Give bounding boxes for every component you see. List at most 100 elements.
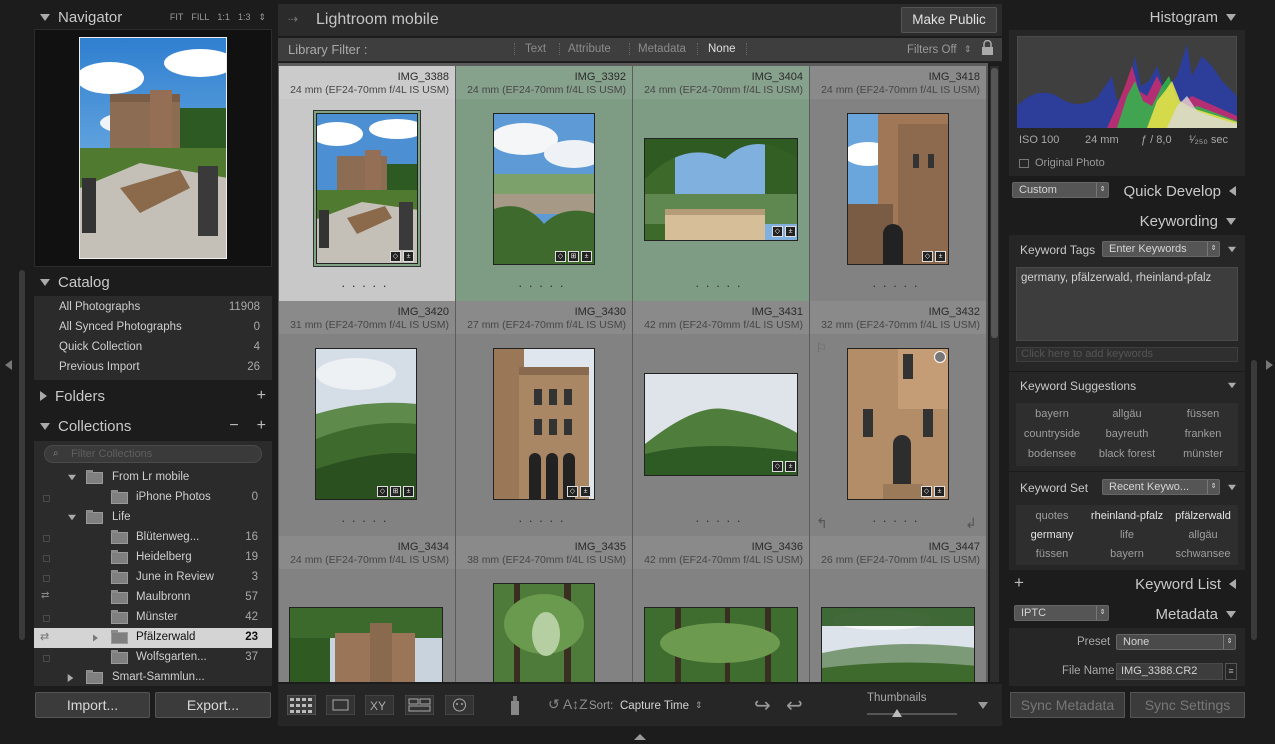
add-folder-icon[interactable]: + <box>257 387 266 405</box>
right-panel-toggle-icon[interactable] <box>1266 360 1273 370</box>
import-button[interactable]: Import... <box>35 692 150 718</box>
compare-view-icon[interactable]: XY <box>365 695 394 715</box>
metadata-view-dropdown[interactable]: IPTC ⇕ <box>1014 605 1109 621</box>
file-name-field[interactable]: IMG_3388.CR2 <box>1116 663 1223 680</box>
sync-icon[interactable]: ⇄ <box>41 590 49 601</box>
keyword-set-dropdown[interactable]: Recent Keywo... ⇕ <box>1102 479 1220 495</box>
keyword-suggestion[interactable]: bayern <box>1017 408 1087 420</box>
collection-iphone-photos[interactable]: iPhone Photos 0 <box>34 488 272 508</box>
catalog-item-synced[interactable]: All Synced Photographs 0 <box>34 317 272 337</box>
filter-presets-dropdown[interactable]: Filters Off <box>907 44 957 56</box>
metadata-header[interactable]: IPTC ⇕ Metadata <box>1009 600 1245 628</box>
keywording-header[interactable]: Keywording <box>1009 207 1245 235</box>
collection-set-smart[interactable]: Smart-Sammlun... <box>34 668 272 686</box>
flag-icon[interactable]: ⚐ <box>816 341 827 355</box>
collections-header[interactable]: Collections − + <box>34 412 272 440</box>
collapse-triangle-icon[interactable] <box>68 514 76 521</box>
thumbnail-size-slider[interactable] <box>867 713 957 715</box>
navigator-preview[interactable] <box>34 29 272 267</box>
grid-cell-img-3434[interactable]: IMG_3434 24 mm (EF24-70mm f/4L IS USM) <box>279 536 455 682</box>
add-keywords-input[interactable]: Click here to add keywords <box>1016 347 1238 362</box>
original-photo-checkbox[interactable] <box>1019 159 1029 168</box>
people-view-icon[interactable] <box>445 695 474 715</box>
collection-muenster[interactable]: Münster 42 <box>34 608 272 628</box>
keyword-set-item[interactable]: life <box>1092 529 1162 541</box>
collection-pfaelzerwald-selected[interactable]: ⇄ Pfälzerwald 23 <box>34 628 272 648</box>
grid-cell-img-3435[interactable]: IMG_3435 38 mm (EF24-70mm f/4L IS USM) <box>456 536 632 682</box>
collapse-triangle-icon[interactable] <box>1226 610 1236 618</box>
keyword-set-item[interactable]: pfälzerwald <box>1168 510 1238 522</box>
collapse-triangle-icon[interactable] <box>68 474 76 481</box>
collapse-triangle-icon[interactable] <box>40 13 50 21</box>
filter-tab-text[interactable]: Text <box>514 43 546 55</box>
zoom-stepper-icon[interactable]: ⇕ <box>258 12 266 23</box>
collection-wolfsgarten[interactable]: Wolfsgarten... 37 <box>34 648 272 668</box>
keyword-set-item[interactable]: quotes <box>1017 510 1087 522</box>
remove-collection-icon[interactable]: − <box>229 417 238 435</box>
collections-filter-input[interactable]: ⌕ Filter Collections <box>44 445 262 463</box>
filter-tab-attribute[interactable]: Attribute <box>559 43 611 55</box>
survey-view-icon[interactable] <box>405 695 434 715</box>
quick-develop-header[interactable]: Custom ⇕ Quick Develop <box>1009 177 1245 205</box>
keyword-set-item[interactable]: rheinland-pfalz <box>1082 510 1172 522</box>
catalog-item-previous-import[interactable]: Previous Import 26 <box>34 357 272 377</box>
keyword-suggestion[interactable]: countryside <box>1012 428 1092 440</box>
rotate-left-icon[interactable]: ↪ <box>754 693 771 718</box>
filter-tab-none[interactable]: None <box>697 43 747 55</box>
expand-triangle-icon[interactable] <box>1229 186 1236 196</box>
keyword-tags-mode-dropdown[interactable]: Enter Keywords ⇕ <box>1102 241 1220 257</box>
collection-heidelberg[interactable]: Heidelberg 19 <box>34 548 272 568</box>
keyword-set-item[interactable]: bayern <box>1092 548 1162 560</box>
metadata-preset-dropdown[interactable]: None ⇕ <box>1116 634 1236 650</box>
expand-triangle-icon[interactable] <box>93 634 98 642</box>
toolbar-options-icon[interactable] <box>978 702 988 709</box>
keyword-set-item[interactable]: germany <box>1017 529 1087 541</box>
file-name-action-icon[interactable]: ≡ <box>1225 663 1237 680</box>
add-collection-icon[interactable]: + <box>257 417 266 435</box>
grid-cell-img-3404[interactable]: IMG_3404 24 mm (EF24-70mm f/4L IS USM) ◇… <box>633 66 809 301</box>
zoom-1-1[interactable]: 1:1 <box>217 12 230 23</box>
filter-tab-metadata[interactable]: Metadata <box>629 43 686 55</box>
painter-spray-icon[interactable] <box>508 693 522 717</box>
catalog-header[interactable]: Catalog <box>34 268 272 296</box>
keyword-suggestion[interactable]: bayreuth <box>1092 428 1162 440</box>
grid-scrollbar[interactable] <box>990 66 999 682</box>
collapse-triangle-icon[interactable] <box>40 278 50 286</box>
collapse-triangle-icon[interactable] <box>1228 246 1236 253</box>
collapse-triangle-icon[interactable] <box>1226 217 1236 225</box>
star-rating[interactable]: ····· <box>279 513 455 528</box>
rotate-right-icon[interactable]: ↩ <box>786 693 803 718</box>
grid-scrollbar-thumb[interactable] <box>991 68 998 338</box>
keyword-set-item[interactable]: füssen <box>1017 548 1087 560</box>
saved-preset-dropdown[interactable]: Custom ⇕ <box>1012 182 1109 198</box>
left-panel-toggle-icon[interactable] <box>5 360 12 370</box>
left-edge-scrollbar[interactable] <box>19 270 25 640</box>
thumbnail-size-slider-thumb[interactable] <box>892 709 902 717</box>
grid-view-icon[interactable] <box>287 695 316 715</box>
collapse-triangle-icon[interactable] <box>40 422 50 430</box>
keyword-suggestion[interactable]: füssen <box>1168 408 1238 420</box>
sync-icon[interactable]: ⇄ <box>40 630 49 643</box>
catalog-item-all-photographs[interactable]: All Photographs 11908 <box>34 297 272 317</box>
keyword-suggestion[interactable]: münster <box>1168 448 1238 460</box>
keyword-set-item[interactable]: schwansee <box>1168 548 1238 560</box>
keyword-tags-textarea[interactable]: germany, pfälzerwald, rheinland-pfalz <box>1016 267 1238 341</box>
zoom-fit[interactable]: FIT <box>170 12 184 23</box>
sort-direction-icon[interactable]: ↺ A↕Z <box>548 696 588 713</box>
star-rating[interactable]: ····· <box>810 278 986 293</box>
keyword-suggestion[interactable]: franken <box>1168 428 1238 440</box>
sync-checkbox[interactable] <box>43 655 50 662</box>
sync-settings-button[interactable]: Sync Settings <box>1130 692 1245 718</box>
grid-cell-img-3392[interactable]: IMG_3392 24 mm (EF24-70mm f/4L IS USM) ◇… <box>456 66 632 301</box>
sync-metadata-button[interactable]: Sync Metadata <box>1010 692 1125 718</box>
sync-checkbox[interactable] <box>43 615 50 622</box>
navigator-header[interactable]: Navigator FIT FILL 1:1 1:3 ⇕ <box>34 3 272 31</box>
collapse-triangle-icon[interactable] <box>1228 382 1236 389</box>
collection-bluetenweg[interactable]: Blütenweg... 16 <box>34 528 272 548</box>
quick-collection-circle-icon[interactable] <box>934 351 946 363</box>
keyword-list-header[interactable]: + Keyword List <box>1009 570 1245 598</box>
collection-maulbronn[interactable]: ⇄ Maulbronn 57 <box>34 588 272 608</box>
expand-triangle-icon[interactable] <box>67 674 74 682</box>
star-rating[interactable]: ····· <box>456 278 632 293</box>
sync-checkbox[interactable] <box>43 535 50 542</box>
